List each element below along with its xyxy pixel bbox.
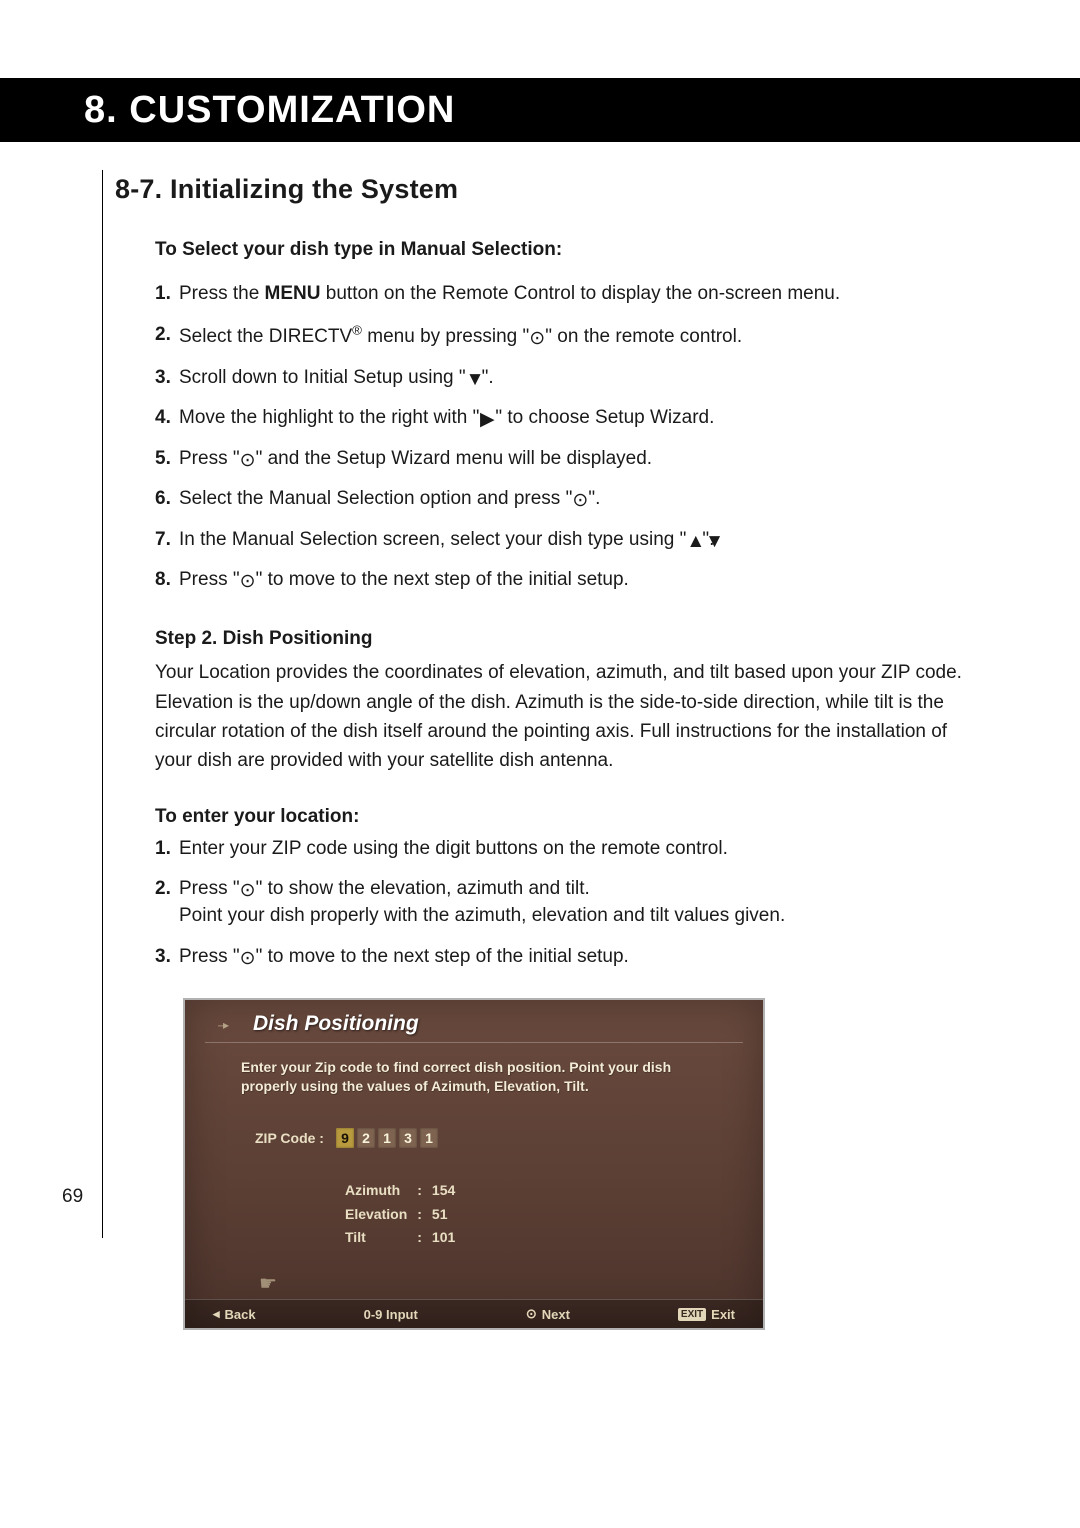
- manual-selection-steps: 1. Press the MENU button on the Remote Co…: [155, 281, 985, 594]
- step-item: 8. Press "⊙" to move to the next step of …: [155, 567, 985, 594]
- zip-digit: 3: [399, 1128, 417, 1148]
- manual-page: 8. CUSTOMIZATION 8-7. Initializing the S…: [0, 0, 1080, 1528]
- tv-value-label: Elevation: [345, 1204, 415, 1225]
- step-item: 5. Press "⊙" and the Setup Wizard menu wi…: [155, 446, 985, 473]
- step-item: 7. In the Manual Selection screen, select…: [155, 527, 985, 554]
- step-text: Press "⊙" and the Setup Wizard menu will…: [179, 448, 652, 469]
- hand-cursor-icon: ☚: [259, 1271, 277, 1296]
- step-text: In the Manual Selection screen, select y…: [179, 529, 714, 550]
- step-text: Press "⊙" to show the elevation, azimuth…: [179, 878, 590, 899]
- left-triangle-icon: ◂: [213, 1306, 220, 1322]
- step-item: 2. Press "⊙" to show the elevation, azimu…: [155, 876, 985, 929]
- step-item: 2. Select the DIRECTV® menu by pressing "…: [155, 322, 985, 351]
- select-icon: ⊙: [240, 946, 256, 962]
- tv-value-row: Azimuth: 154: [345, 1180, 463, 1201]
- step-number: 2.: [155, 876, 171, 903]
- tv-value-label: Azimuth: [345, 1180, 415, 1201]
- step-item: 4. Move the highlight to the right with "…: [155, 405, 985, 432]
- tv-value: 154: [432, 1180, 463, 1201]
- content-area: 8-7. Initializing the System To Select y…: [115, 174, 985, 1328]
- tv-footer-next: ⊙ Next: [526, 1306, 570, 1322]
- step-text: Enter your ZIP code using the digit butt…: [179, 838, 728, 859]
- tv-footer-back: ◂ Back: [213, 1306, 256, 1322]
- registered-mark: ®: [352, 323, 362, 338]
- step-number: 6.: [155, 486, 171, 513]
- exit-badge: EXIT: [678, 1308, 706, 1321]
- step-text: Move the highlight to the right with "▶"…: [179, 407, 714, 428]
- tv-values-table: Azimuth: 154 Elevation: 51 Tilt: 101: [343, 1178, 465, 1250]
- tv-footer-bar: ◂ Back 0-9 Input ⊙ Next EXIT Exit: [185, 1299, 763, 1328]
- tv-value: 101: [432, 1227, 463, 1248]
- down-icon: ▼: [466, 367, 482, 383]
- enter-location-steps: 1. Enter your ZIP code using the digit bu…: [155, 836, 985, 970]
- tv-value-row: Tilt: 101: [345, 1227, 463, 1248]
- tv-instruction: Enter your Zip code to find correct dish…: [241, 1058, 707, 1096]
- step-item: 1. Press the MENU button on the Remote Co…: [155, 281, 985, 308]
- tv-value: 51: [432, 1204, 463, 1225]
- chapter-header-band: 8. CUSTOMIZATION: [0, 78, 1080, 142]
- step-text: Press "⊙" to move to the next step of th…: [179, 569, 629, 590]
- select-icon: ⊙: [572, 488, 588, 504]
- step-text: Select the DIRECTV® menu by pressing "⊙"…: [179, 326, 742, 347]
- step-text: Press "⊙" to move to the next step of th…: [179, 946, 629, 967]
- select-icon: ⊙: [240, 569, 256, 585]
- tv-footer-exit: EXIT Exit: [678, 1307, 735, 1322]
- step-text: Press the MENU button on the Remote Cont…: [179, 283, 840, 304]
- zip-digit: 1: [420, 1128, 438, 1148]
- step-item: 3. Press "⊙" to move to the next step of …: [155, 944, 985, 971]
- tv-screenshot: ···▸ Dish Positioning Enter your Zip cod…: [185, 1000, 763, 1328]
- step-number: 2.: [155, 322, 171, 349]
- step-item: 1. Enter your ZIP code using the digit bu…: [155, 836, 985, 863]
- tv-zip-row: ZIP Code : 92131: [255, 1128, 438, 1148]
- step-text: Scroll down to Initial Setup using "▼".: [179, 367, 494, 388]
- emphasis: MENU: [265, 283, 321, 304]
- step-number: 1.: [155, 281, 171, 308]
- right-icon: ▶: [479, 407, 495, 423]
- zip-digit: 1: [378, 1128, 396, 1148]
- step-number: 7.: [155, 527, 171, 554]
- select-icon: ⊙: [529, 326, 545, 342]
- step-text: Select the Manual Selection option and p…: [179, 488, 600, 509]
- vertical-rule: [102, 170, 103, 1238]
- tv-title-arrows-icon: ···▸: [217, 1018, 227, 1032]
- dish-positioning-heading: Step 2. Dish Positioning: [155, 628, 985, 650]
- chapter-title: 8. CUSTOMIZATION: [84, 89, 455, 132]
- section-title: 8-7. Initializing the System: [115, 174, 985, 205]
- updown-icon: ▲▼: [686, 529, 702, 545]
- tv-zip-boxes: 92131: [336, 1128, 438, 1148]
- step-number: 8.: [155, 567, 171, 594]
- step-number: 1.: [155, 836, 171, 863]
- tv-footer-input: 0-9 Input: [364, 1307, 418, 1322]
- step-number: 3.: [155, 365, 171, 392]
- step-number: 5.: [155, 446, 171, 473]
- step-number: 3.: [155, 944, 171, 971]
- tv-value-label: Tilt: [345, 1227, 415, 1248]
- step-item: 6. Select the Manual Selection option and…: [155, 486, 985, 513]
- zip-digit: 2: [357, 1128, 375, 1148]
- dish-positioning-paragraph: Your Location provides the coordinates o…: [155, 658, 985, 776]
- zip-digit: 9: [336, 1128, 354, 1148]
- step-continuation: Point your dish properly with the azimut…: [179, 903, 985, 930]
- select-icon: ⊙: [240, 448, 256, 464]
- select-icon: ⊙: [526, 1306, 537, 1322]
- enter-location-heading: To enter your location:: [155, 806, 985, 828]
- tv-value-row: Elevation: 51: [345, 1204, 463, 1225]
- step-item: 3. Scroll down to Initial Setup using "▼"…: [155, 365, 985, 392]
- tv-zip-label: ZIP Code :: [255, 1130, 324, 1146]
- select-icon: ⊙: [240, 878, 256, 894]
- tv-divider: [205, 1042, 743, 1043]
- page-number: 69: [62, 1186, 83, 1208]
- tv-title: Dish Positioning: [253, 1012, 419, 1036]
- step-number: 4.: [155, 405, 171, 432]
- manual-selection-heading: To Select your dish type in Manual Selec…: [155, 239, 985, 261]
